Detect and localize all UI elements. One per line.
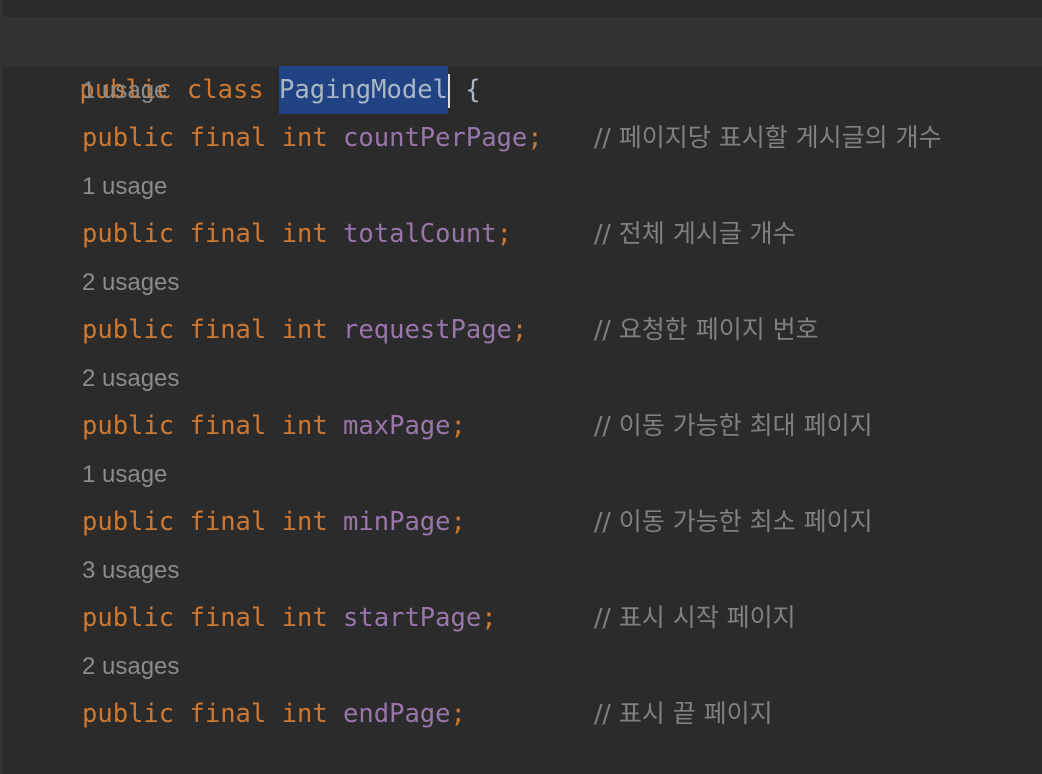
semicolon: ; [527,123,543,153]
semicolon: ; [496,219,512,249]
keyword-final: final [189,411,267,441]
semicolon: ; [450,411,466,441]
field-declaration-line[interactable]: public final int requestPage; // 요청한 페이지 … [82,306,1022,354]
field-declaration-line[interactable]: public final int maxPage; // 이동 가능한 최대 페이… [82,402,1022,450]
field-comment: // 이동 가능한 최대 페이지 [594,411,873,440]
field-name[interactable]: countPerPage [343,114,527,162]
keyword-public: public [82,603,175,633]
field-name[interactable]: requestPage [343,306,512,354]
semicolon: ; [511,315,528,345]
field-comment: // 표시 끝 페이지 [594,699,773,728]
class-name-selection[interactable]: PagingModel [279,66,448,114]
keyword-public: public [82,411,175,441]
field-declaration-line[interactable]: public final int countPerPage; // 페이지당 표시… [82,114,1022,162]
field-declaration-line[interactable]: public final int startPage; // 표시 시작 페이지 [82,594,1022,642]
usage-hint[interactable]: 2 usages [82,359,179,399]
keyword-final: final [189,315,267,345]
keyword-int: int [281,507,328,537]
keyword-int: int [281,699,328,729]
gutter-edge [0,0,2,774]
keyword-public: public [82,699,175,729]
keyword-public: public [82,219,175,249]
field-declaration-line[interactable]: public final int minPage; // 이동 가능한 최소 페이… [82,498,1022,546]
field-name[interactable]: maxPage [343,402,450,450]
field-comment: // 전체 게시글 개수 [594,219,796,248]
field-name[interactable]: startPage [343,594,481,642]
usage-hint[interactable]: 1 usage [82,71,167,111]
keyword-public: public [82,315,175,345]
keyword-public: public [82,507,175,537]
keyword-class: class [186,75,264,105]
usage-hint[interactable]: 1 usage [82,455,167,495]
field-comment: // 이동 가능한 최소 페이지 [594,507,873,536]
field-name[interactable]: minPage [343,498,450,546]
usage-hint[interactable]: 2 usages [82,647,179,687]
semicolon: ; [481,603,497,633]
keyword-int: int [281,411,328,441]
keyword-int: int [281,315,328,345]
field-comment: // 요청한 페이지 번호 [594,315,819,344]
field-name[interactable]: totalCount [343,210,497,258]
field-comment: // 표시 시작 페이지 [594,603,796,632]
field-name[interactable]: endPage [343,690,450,738]
open-brace: { [465,75,481,105]
usage-hint[interactable]: 1 usage [82,167,167,207]
usage-hint[interactable]: 2 usages [82,263,179,303]
keyword-final: final [189,507,267,537]
keyword-int: int [281,219,328,249]
keyword-final: final [189,219,267,249]
semicolon: ; [450,699,466,729]
class-name: PagingModel [279,75,448,105]
field-declaration-line[interactable]: public final int totalCount; // 전체 게시글 개수 [82,210,1022,258]
keyword-final: final [189,699,267,729]
keyword-final: final [189,603,267,633]
field-comment: // 페이지당 표시할 게시글의 개수 [594,123,942,152]
field-declaration-line[interactable]: public final int endPage; // 표시 끝 페이지 [82,690,1022,738]
keyword-final: final [189,123,267,153]
code-editor[interactable]: public class PagingModel { 1 usage public… [0,0,1042,774]
keyword-int: int [281,603,328,633]
keyword-public: public [82,123,175,153]
usage-hint[interactable]: 3 usages [82,551,179,591]
keyword-int: int [281,123,328,153]
semicolon: ; [450,507,466,537]
